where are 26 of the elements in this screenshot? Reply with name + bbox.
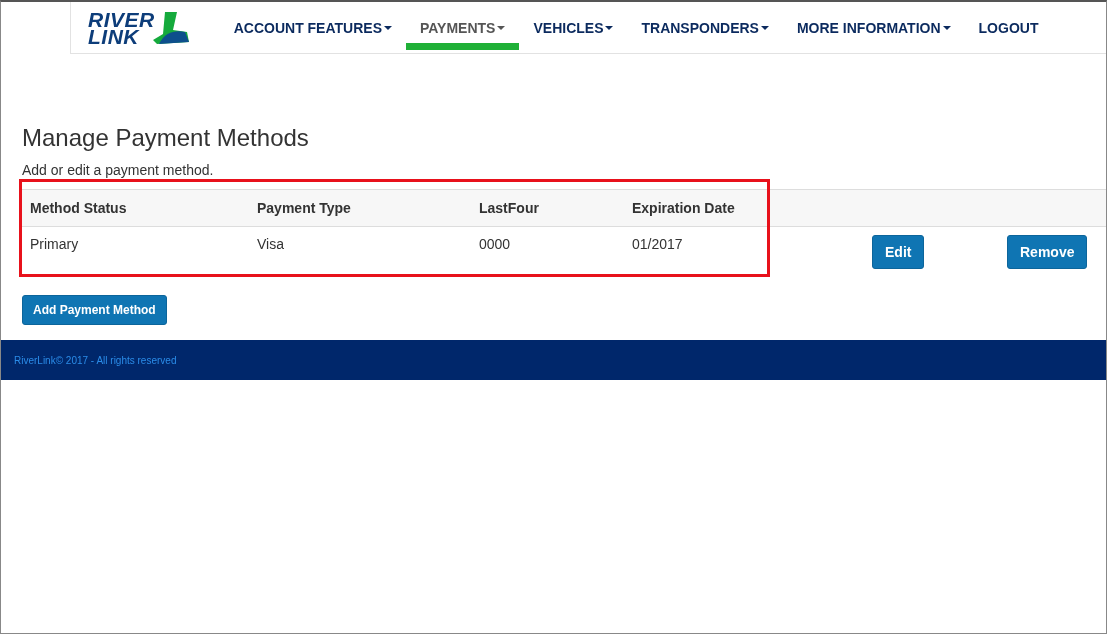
column-header: Payment Type bbox=[248, 189, 470, 227]
caret-icon bbox=[760, 25, 769, 30]
column-header: LastFour bbox=[470, 189, 623, 227]
table-cell: Visa bbox=[248, 226, 470, 289]
logo-text[interactable]: RIVER LINK bbox=[88, 10, 155, 45]
table-cell: Primary bbox=[21, 226, 248, 289]
caret-icon bbox=[384, 25, 392, 30]
table-cell: 0000 bbox=[470, 226, 623, 289]
nav-menu-item[interactable]: VEHICLES bbox=[519, 2, 628, 53]
caret-icon bbox=[497, 25, 506, 30]
nav-menu-item[interactable]: PAYMENTS bbox=[406, 2, 520, 53]
page-title: Manage Payment Methods bbox=[22, 124, 310, 152]
page-subtitle: Add or edit a payment method. bbox=[22, 162, 215, 178]
nav-menu-item[interactable]: MORE INFORMATION bbox=[782, 2, 965, 53]
nav-menu-item[interactable]: TRANSPONDERS bbox=[627, 2, 783, 53]
column-header: Expiration Date bbox=[623, 189, 863, 227]
row-action-button[interactable]: Remove bbox=[1007, 235, 1088, 269]
nav-menu-item[interactable]: ACCOUNT FEATURES bbox=[219, 2, 406, 53]
copyright-text: RiverLink© 2017 - All rights reserved bbox=[14, 354, 177, 366]
column-header: Method Status bbox=[21, 189, 248, 227]
row-action-button[interactable]: Edit bbox=[872, 235, 925, 269]
caret-icon bbox=[605, 25, 614, 30]
add-payment-method-button[interactable]: Add Payment Method bbox=[22, 295, 167, 325]
table-cell: 01/2017 bbox=[623, 226, 863, 289]
caret-icon bbox=[942, 25, 951, 30]
nav-menu-item[interactable]: LOGOUT bbox=[964, 2, 1053, 53]
